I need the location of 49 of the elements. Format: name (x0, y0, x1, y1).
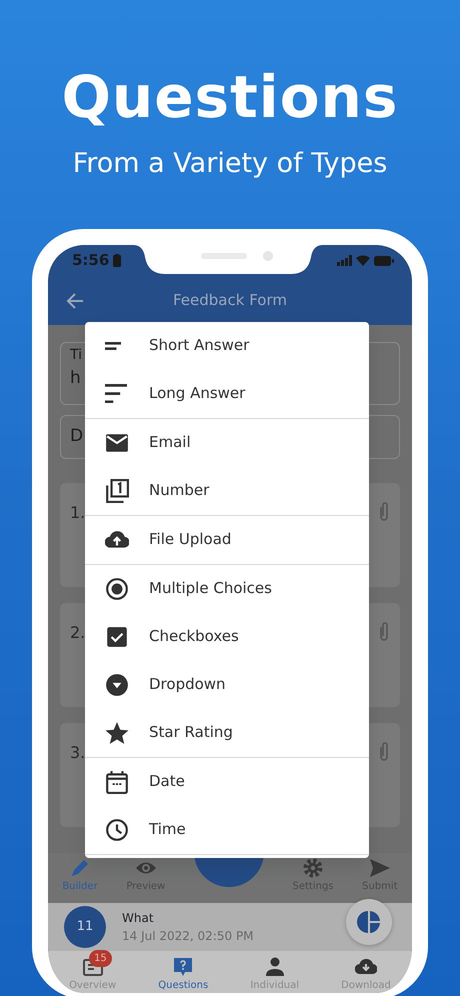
hero-title: Questions (60, 68, 400, 126)
menu-item[interactable]: Long Answer (85, 370, 369, 418)
wifi-icon (356, 255, 370, 266)
menu-item[interactable]: File Upload (85, 516, 369, 564)
send-icon (368, 856, 391, 878)
battery-icon (374, 256, 394, 266)
menu-item[interactable]: Short Answer (85, 322, 369, 370)
field-value: D (70, 424, 84, 448)
paperclip-icon[interactable] (378, 620, 390, 642)
person-icon (264, 956, 286, 978)
response-time: 14 Jul 2022, 02:50 PM (122, 928, 254, 944)
avatar: 11 (64, 906, 106, 948)
field-label: Ti (70, 346, 82, 364)
pie-chart-icon (357, 910, 381, 934)
question-icon (172, 956, 194, 978)
menu-item[interactable]: Email (85, 418, 369, 466)
paperclip-icon[interactable] (378, 500, 390, 522)
gear-icon (302, 856, 324, 878)
menu-item[interactable]: Star Rating (85, 708, 369, 756)
menu-item[interactable]: Dropdown (85, 660, 369, 708)
field-value: h (70, 366, 81, 390)
paperclip-icon[interactable] (378, 740, 390, 762)
count-badge: 15 (89, 950, 112, 967)
question-number: 2. (70, 622, 86, 644)
response-title: What (122, 910, 155, 926)
chart-button[interactable] (346, 898, 392, 944)
number-box-icon (105, 478, 129, 502)
short-text-icon (105, 342, 121, 350)
menu-item[interactable]: Multiple Choices (85, 564, 369, 612)
battery-icon (113, 254, 122, 267)
hero-subtitle: From a Variety of Types (72, 147, 388, 181)
radio-button-icon (105, 576, 129, 600)
long-text-icon (105, 384, 127, 404)
menu-item[interactable]: Checkboxes (85, 612, 369, 660)
star-icon (105, 720, 129, 744)
question-number: 1. (70, 502, 86, 524)
menu-item[interactable]: Date (85, 758, 369, 806)
menu-item[interactable]: Number (85, 466, 369, 514)
back-arrow-icon[interactable] (66, 292, 84, 308)
menu-item[interactable]: Time (85, 806, 369, 854)
signal-icon (337, 255, 352, 266)
question-number: 3. (70, 742, 86, 764)
checkbox-icon (105, 624, 129, 648)
nav-tab[interactable]: Questions (158, 950, 208, 992)
dropdown-icon (105, 672, 129, 696)
clock-icon (105, 818, 129, 842)
screen-title: Feedback Form (173, 290, 287, 312)
status-time: 5:56 (72, 250, 110, 272)
calendar-icon (105, 770, 129, 794)
